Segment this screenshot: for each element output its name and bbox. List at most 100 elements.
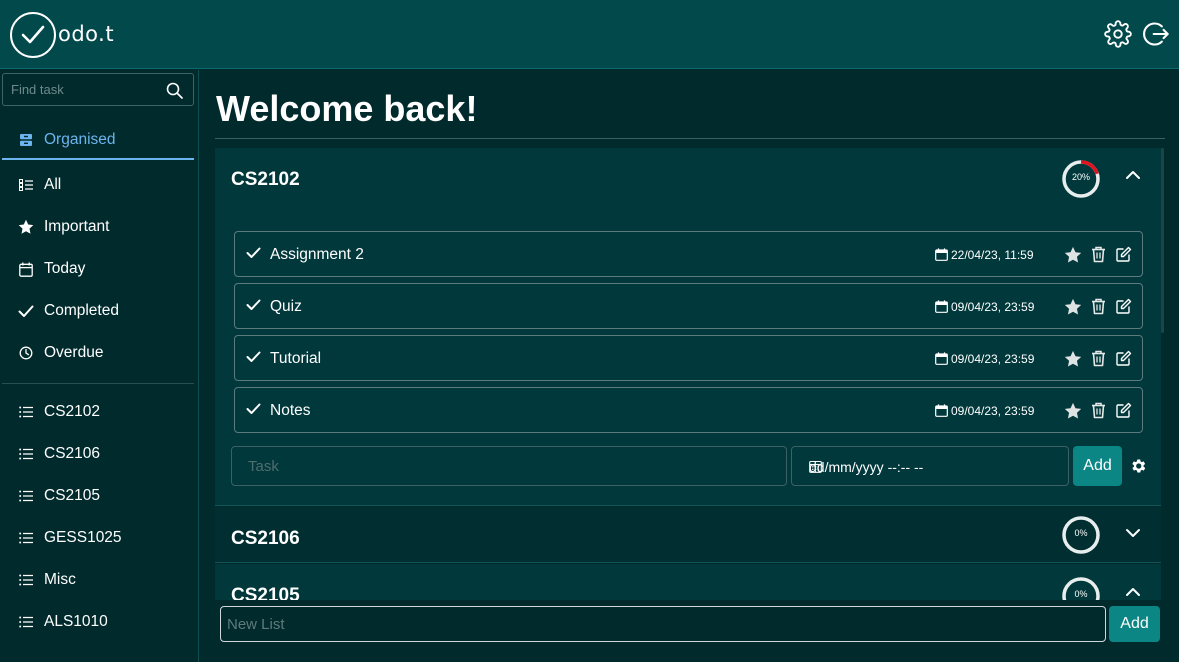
sidebar-item-label: Today [44, 260, 86, 277]
search-icon[interactable] [166, 82, 183, 99]
sidebar-item-all[interactable]: All [2, 166, 194, 204]
sidebar-divider [2, 383, 194, 384]
sidebar-list-cs2102[interactable]: CS2102 [2, 393, 194, 431]
progress-ring: 0% [1061, 576, 1101, 600]
progress-label: 20% [1071, 172, 1090, 182]
trash-icon[interactable] [1091, 246, 1106, 263]
task-row[interactable]: Assignment 2 22/04/23, 11:59 [234, 231, 1143, 277]
list-card-cs2105: CS2105 0% [215, 564, 1161, 600]
task-row[interactable]: Quiz 09/04/23, 23:59 [234, 283, 1143, 329]
complete-check-icon[interactable] [246, 299, 261, 311]
calendar-picker-icon[interactable] [809, 460, 1050, 473]
list-icon [18, 530, 34, 546]
calendar-icon [935, 300, 948, 313]
complete-check-icon[interactable] [246, 247, 261, 259]
sidebar-item-label: ALS1010 [44, 613, 108, 630]
trash-icon[interactable] [1091, 350, 1106, 367]
list-title: CS2102 [231, 169, 300, 190]
sidebar-item-organised[interactable]: Organised [2, 122, 194, 160]
scrollbar[interactable] [1161, 148, 1164, 333]
task-name: Tutorial [270, 350, 322, 367]
progress-label: 0% [1074, 589, 1088, 599]
list-card-cs2102: CS2102 20% Assignment 2 22/04/23, 11:59 [215, 148, 1161, 506]
sidebar-item-label: GESS1025 [44, 529, 122, 546]
sidebar: Organised All Important Today Completed … [0, 70, 199, 662]
star-icon[interactable] [1064, 298, 1082, 316]
star-icon[interactable] [1064, 350, 1082, 368]
list-all-icon [18, 177, 34, 193]
complete-check-icon[interactable] [246, 351, 261, 363]
list-card-cs2106: CS2106 0% [215, 507, 1161, 563]
sidebar-list-cs2106[interactable]: CS2106 [2, 435, 194, 473]
star-icon[interactable] [1064, 246, 1082, 264]
sidebar-list-als1010[interactable]: ALS1010 [2, 603, 194, 641]
logout-icon[interactable] [1142, 20, 1170, 48]
chevron-down-icon[interactable] [1125, 528, 1141, 538]
progress-label: 0% [1074, 528, 1088, 538]
sidebar-item-today[interactable]: Today [2, 250, 194, 288]
sidebar-item-label: CS2105 [44, 487, 101, 504]
task-due-date: 22/04/23, 11:59 [951, 248, 1034, 262]
settings-gear-icon[interactable] [1104, 20, 1132, 48]
trash-icon[interactable] [1091, 402, 1106, 419]
list-icon [18, 488, 34, 504]
edit-icon[interactable] [1116, 246, 1132, 262]
list-icon [18, 572, 34, 588]
sidebar-list-cs2105[interactable]: CS2105 [2, 477, 194, 515]
task-due-date: 09/04/23, 23:59 [951, 404, 1035, 418]
sidebar-list-misc[interactable]: Misc [2, 561, 194, 599]
task-due-date: 09/04/23, 23:59 [951, 352, 1035, 366]
chevron-up-icon[interactable] [1125, 170, 1141, 180]
task-due-date: 09/04/23, 23:59 [951, 300, 1035, 314]
sidebar-item-label: Organised [44, 131, 116, 148]
list-title: CS2106 [231, 528, 300, 549]
task-name: Assignment 2 [270, 246, 364, 263]
list-header[interactable]: CS2102 20% [215, 148, 1161, 204]
gear-icon[interactable] [1129, 457, 1147, 475]
complete-check-icon[interactable] [246, 403, 261, 415]
chevron-up-icon[interactable] [1125, 587, 1141, 597]
list-icon [18, 446, 34, 462]
task-row[interactable]: Notes 09/04/23, 23:59 [234, 387, 1143, 433]
list-header[interactable]: CS2106 0% [215, 507, 1161, 563]
star-icon [18, 219, 34, 235]
star-icon[interactable] [1064, 402, 1082, 420]
calendar-icon [935, 404, 948, 417]
title-divider [215, 138, 1165, 139]
sidebar-item-important[interactable]: Important [2, 208, 194, 246]
add-list-button[interactable]: Add [1109, 606, 1160, 642]
sidebar-item-overdue[interactable]: Overdue [2, 334, 194, 372]
sidebar-list-gess1025[interactable]: GESS1025 [2, 519, 194, 557]
search-box [2, 73, 194, 106]
task-name: Quiz [270, 298, 302, 315]
check-icon [18, 303, 34, 319]
list-icon [18, 404, 34, 420]
trash-icon[interactable] [1091, 298, 1106, 315]
list-header[interactable]: CS2105 0% [215, 564, 1161, 600]
progress-ring: 20% [1061, 159, 1101, 199]
new-list-input[interactable] [220, 606, 1106, 642]
edit-icon[interactable] [1116, 402, 1132, 418]
due-date-input[interactable]: dd/mm/yyyy --:-- -- [791, 446, 1069, 486]
add-task-button[interactable]: Add [1073, 446, 1122, 486]
app-header: odo.t [0, 0, 1179, 69]
clock-icon [18, 345, 34, 361]
sidebar-item-label: CS2106 [44, 445, 101, 462]
sidebar-item-label: Completed [44, 302, 119, 319]
search-input[interactable] [3, 74, 158, 105]
edit-icon[interactable] [1116, 350, 1132, 366]
progress-ring: 0% [1061, 515, 1101, 555]
calendar-icon [935, 352, 948, 365]
lists-scroll-area: CS2102 20% Assignment 2 22/04/23, 11:59 [215, 148, 1165, 600]
sidebar-item-label: Misc [44, 571, 76, 588]
list-title: CS2105 [231, 585, 300, 600]
task-name-input[interactable] [231, 446, 787, 486]
task-row[interactable]: Tutorial 09/04/23, 23:59 [234, 335, 1143, 381]
sidebar-item-label: CS2102 [44, 403, 101, 420]
sidebar-item-completed[interactable]: Completed [2, 292, 194, 330]
add-task-row: dd/mm/yyyy --:-- -- Add [231, 446, 1161, 486]
sidebar-item-label: Important [44, 218, 110, 235]
organised-icon [18, 132, 34, 148]
calendar-icon [18, 261, 34, 277]
edit-icon[interactable] [1116, 298, 1132, 314]
